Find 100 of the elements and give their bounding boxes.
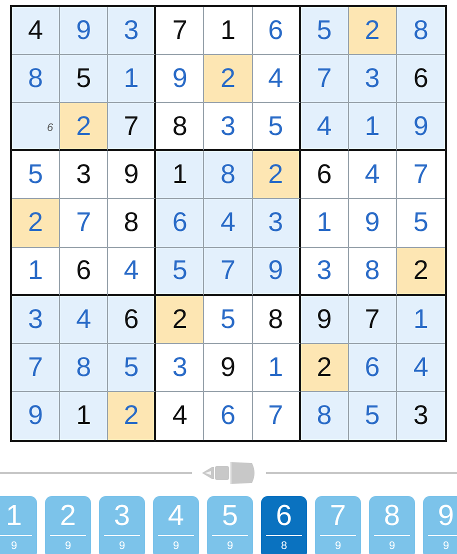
cell-digit: 4 xyxy=(413,354,428,381)
cell-digit: 9 xyxy=(413,112,428,140)
grid-cell[interactable]: 9 xyxy=(156,55,204,104)
pen-icon[interactable] xyxy=(200,460,258,486)
grid-cell[interactable]: 7 xyxy=(300,55,349,104)
grid-cell[interactable]: 4 xyxy=(348,151,397,200)
grid-cell[interactable]: 1 xyxy=(108,55,156,104)
grid-cell[interactable]: 8 xyxy=(60,344,108,392)
cell-digit: 6 xyxy=(124,306,139,333)
grid-cell[interactable]: 6 xyxy=(348,344,397,392)
grid-cell[interactable]: 3 xyxy=(12,296,60,344)
grid-cell[interactable]: 5 xyxy=(156,248,204,296)
grid-cell[interactable]: 1 xyxy=(12,248,60,296)
cell-digit: 7 xyxy=(28,354,44,381)
grid-cell[interactable]: 6 xyxy=(156,199,204,248)
cell-digit: 7 xyxy=(364,306,380,333)
grid-cell[interactable]: 3 xyxy=(396,392,445,440)
grid-cell[interactable]: 8 xyxy=(396,7,445,56)
grid-cell[interactable]: 3 xyxy=(348,55,397,104)
grid-cell[interactable]: 4 xyxy=(252,55,301,104)
grid-cell[interactable]: 5 xyxy=(108,344,156,392)
grid-cell[interactable]: 6 xyxy=(108,296,156,344)
grid-cell[interactable]: 4 xyxy=(12,7,60,56)
grid-cell[interactable]: 3 xyxy=(108,7,156,56)
grid-cell[interactable]: 2 xyxy=(108,392,156,440)
cell-digit: 1 xyxy=(172,161,188,188)
grid-cell[interactable]: 1 xyxy=(348,103,397,152)
grid-cell[interactable]: 7 xyxy=(108,103,156,152)
grid-cell[interactable]: 9 xyxy=(348,199,397,248)
grid-cell[interactable]: 5 xyxy=(348,392,397,440)
grid-cell[interactable]: 3 xyxy=(60,151,108,200)
grid-cell[interactable]: 7 xyxy=(60,199,108,248)
grid-cell[interactable]: 8 xyxy=(156,103,204,152)
grid-cell[interactable]: 7 xyxy=(12,344,60,392)
grid-cell[interactable]: 1 xyxy=(60,392,108,440)
number-key[interactable]: 6 8 xyxy=(261,496,307,554)
cell-digit: 7 xyxy=(268,402,284,430)
grid-cell[interactable]: 3 xyxy=(156,344,204,392)
grid-cell[interactable]: 4 xyxy=(108,248,156,296)
grid-cell[interactable]: 2 xyxy=(204,55,253,104)
cell-digit: 5 xyxy=(28,161,44,188)
grid-cell[interactable]: 1 xyxy=(204,7,253,56)
grid-cell[interactable]: 3 xyxy=(204,103,253,152)
cell-digit: 1 xyxy=(413,306,428,333)
grid-cell[interactable]: 6 xyxy=(300,151,349,200)
grid-cell[interactable]: 2 xyxy=(12,199,60,248)
grid-cell[interactable]: 7 xyxy=(156,7,204,56)
cell-digit: 4 xyxy=(220,209,236,236)
grid-cell[interactable]: 8 xyxy=(204,151,253,200)
grid-cell[interactable]: 2 xyxy=(252,151,301,200)
cell-digit: 6 xyxy=(76,257,92,284)
grid-cell[interactable]: 6 xyxy=(252,7,301,56)
cell-digit: 1 xyxy=(316,209,332,236)
grid-cell[interactable]: 8 xyxy=(252,296,301,344)
grid-cell[interactable]: 2 xyxy=(60,103,108,152)
grid-cell[interactable]: 9 xyxy=(108,151,156,200)
cell-digit: 7 xyxy=(124,112,139,140)
grid-cell[interactable]: 3 xyxy=(300,248,349,296)
cell-digit: 4 xyxy=(76,306,92,333)
grid-cell[interactable]: 9 xyxy=(300,296,349,344)
grid-cell[interactable]: 2 xyxy=(348,7,397,56)
grid-cell[interactable]: 6 xyxy=(12,103,60,152)
grid-cell[interactable]: 4 xyxy=(300,103,349,152)
grid-cell[interactable]: 9 xyxy=(252,248,301,296)
grid-cell[interactable]: 9 xyxy=(396,103,445,152)
grid-cell[interactable]: 7 xyxy=(204,248,253,296)
cell-digit: 5 xyxy=(413,209,428,236)
grid-cell[interactable]: 5 xyxy=(204,296,253,344)
grid-cell[interactable]: 2 xyxy=(396,248,445,296)
grid-cell[interactable]: 1 xyxy=(300,199,349,248)
grid-cell[interactable]: 8 xyxy=(12,55,60,104)
grid-cell[interactable]: 7 xyxy=(252,392,301,440)
grid-cell[interactable]: 8 xyxy=(348,248,397,296)
grid-cell[interactable]: 4 xyxy=(60,296,108,344)
grid-cell[interactable]: 5 xyxy=(252,103,301,152)
grid-cell[interactable]: 3 xyxy=(252,199,301,248)
grid-cell[interactable]: 1 xyxy=(396,296,445,344)
grid-cell[interactable]: 4 xyxy=(396,344,445,392)
grid-cell[interactable]: 5 xyxy=(12,151,60,200)
grid-cell[interactable]: 5 xyxy=(60,55,108,104)
grid-cell[interactable]: 4 xyxy=(204,199,253,248)
grid-cell[interactable]: 8 xyxy=(108,199,156,248)
cell-digit: 2 xyxy=(268,161,284,188)
grid-cell[interactable]: 2 xyxy=(300,344,349,392)
grid-cell[interactable]: 6 xyxy=(60,248,108,296)
cell-digit: 7 xyxy=(413,161,428,188)
grid-cell[interactable]: 5 xyxy=(300,7,349,56)
grid-cell[interactable]: 1 xyxy=(156,151,204,200)
cell-digit: 9 xyxy=(364,209,380,236)
grid-cell[interactable]: 2 xyxy=(156,296,204,344)
cell-digit: 3 xyxy=(220,112,236,140)
grid-cell[interactable]: 9 xyxy=(12,392,60,440)
cell-digit: 3 xyxy=(124,17,139,44)
grid-cell[interactable]: 1 xyxy=(252,344,301,392)
grid-cell[interactable]: 9 xyxy=(60,7,108,56)
grid-cell[interactable]: 7 xyxy=(348,296,397,344)
grid-cell[interactable]: 9 xyxy=(204,344,253,392)
grid-cell[interactable]: 6 xyxy=(396,55,445,104)
grid-cell[interactable]: 8 xyxy=(300,392,349,440)
cell-digit: 3 xyxy=(172,354,188,381)
